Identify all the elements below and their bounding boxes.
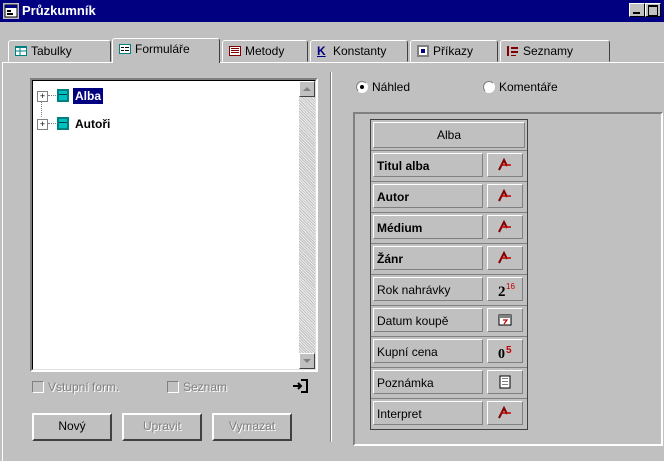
form-field-row: Rok nahrávky 2 16 xyxy=(371,274,527,305)
tree-connector xyxy=(48,123,56,124)
field-type xyxy=(487,215,523,239)
checkbox-box[interactable] xyxy=(167,381,179,393)
svg-text:5: 5 xyxy=(506,345,512,356)
checkbox-label: Vstupní form. xyxy=(48,380,120,394)
table-icon xyxy=(57,117,69,130)
field-type xyxy=(487,184,523,208)
scroll-down-button[interactable] xyxy=(299,353,315,369)
tab-tables[interactable]: Tabulky xyxy=(8,40,111,62)
field-type xyxy=(487,308,523,332)
field-label: Rok nahrávky xyxy=(373,277,483,301)
field-label: Autor xyxy=(373,184,483,208)
maximize-button[interactable] xyxy=(645,3,661,17)
minimize-button[interactable] xyxy=(629,3,645,17)
checkbox-box[interactable] xyxy=(32,381,44,393)
form-preview-panel: Alba Titul alba Autor Médium Žánr Rok na… xyxy=(353,112,663,446)
form-field-row: Autor xyxy=(371,181,527,212)
tab-label: Formuláře xyxy=(135,42,190,56)
table-icon xyxy=(15,46,27,56)
field-label: Interpret xyxy=(373,401,483,425)
field-type xyxy=(487,246,523,270)
field-label: Titul alba xyxy=(373,153,483,177)
form-preview: Alba Titul alba Autor Médium Žánr Rok na… xyxy=(370,119,528,430)
svg-text:16: 16 xyxy=(506,282,515,291)
text-field-icon xyxy=(498,406,511,419)
tab-label: Metody xyxy=(245,44,285,58)
radio-dot xyxy=(360,85,364,89)
delete-button[interactable]: Vymazat xyxy=(212,413,292,441)
tab-lists[interactable]: Seznamy xyxy=(500,40,610,62)
field-type xyxy=(487,153,523,177)
svg-text:2: 2 xyxy=(498,284,506,298)
tab-label: Tabulky xyxy=(31,44,72,58)
integer-field-icon: 2 16 xyxy=(498,282,515,298)
radio-circle[interactable] xyxy=(483,81,495,93)
form-title: Alba xyxy=(373,122,525,148)
field-label: Datum koupě xyxy=(373,308,483,332)
explorer-window: Průzkumník Tabulky Formuláře Metody K Ko… xyxy=(0,0,664,461)
date-field-icon xyxy=(498,314,512,326)
tab-constants[interactable]: K Konstanty xyxy=(310,40,408,62)
field-type: 2 16 xyxy=(487,277,523,301)
arrow-down-icon xyxy=(303,359,311,363)
tree-scrollbar[interactable] xyxy=(299,81,315,369)
tab-label: Konstanty xyxy=(333,44,387,58)
field-label: Poznámka xyxy=(373,370,483,394)
command-icon xyxy=(417,45,429,57)
form-field-row: Datum koupě xyxy=(371,305,527,336)
tree-item-label: Autoři xyxy=(75,117,111,131)
radio-label: Komentáře xyxy=(499,80,558,94)
radio-circle[interactable] xyxy=(356,81,368,93)
edit-button[interactable]: Upravit xyxy=(122,413,202,441)
real-field-icon: 05 xyxy=(498,345,512,360)
svg-text:0: 0 xyxy=(498,347,505,360)
forms-tree[interactable]: + Alba + Autoři xyxy=(30,78,318,372)
tree-connector xyxy=(48,95,56,96)
exit-icon[interactable] xyxy=(291,378,311,394)
text-field-icon xyxy=(498,251,511,264)
text-field-icon xyxy=(498,189,511,202)
minimize-icon xyxy=(633,12,640,14)
table-icon xyxy=(57,89,69,102)
expand-icon[interactable]: + xyxy=(37,119,48,130)
expand-icon[interactable]: + xyxy=(37,91,48,102)
tab-label: Seznamy xyxy=(523,44,574,58)
list-icon xyxy=(507,46,518,56)
field-label: Kupní cena xyxy=(373,339,483,363)
tab-label: Příkazy xyxy=(433,44,474,58)
form-field-row: Žánr xyxy=(371,243,527,274)
field-label: Médium xyxy=(373,215,483,239)
form-field-row: Médium xyxy=(371,212,527,243)
scroll-up-button[interactable] xyxy=(299,81,315,97)
method-icon xyxy=(229,46,241,56)
text-field-icon xyxy=(498,158,511,171)
tab-bar: Tabulky Formuláře Metody K Konstanty Pří… xyxy=(0,38,664,63)
form-icon xyxy=(119,44,131,54)
form-field-row: Interpret xyxy=(371,398,527,429)
field-label: Žánr xyxy=(373,246,483,270)
tab-commands[interactable]: Příkazy xyxy=(410,40,498,62)
text-field-icon xyxy=(498,220,511,233)
memo-field-icon xyxy=(499,375,511,389)
form-field-row: Poznámka xyxy=(371,367,527,398)
field-type xyxy=(487,401,523,425)
radio-label: Náhled xyxy=(372,80,411,94)
field-type xyxy=(487,370,523,394)
tree-item-label: Alba xyxy=(73,88,104,104)
field-type: 05 xyxy=(487,339,523,363)
window-title: Průzkumník xyxy=(22,3,96,18)
form-field-row: Kupní cena 05 xyxy=(371,336,527,367)
pane-separator xyxy=(330,72,332,442)
tab-methods[interactable]: Metody xyxy=(222,40,308,62)
maximize-icon xyxy=(648,5,658,16)
constant-icon: K xyxy=(317,44,326,58)
form-field-row: Titul alba xyxy=(371,150,527,181)
tab-forms[interactable]: Formuláře xyxy=(112,38,220,63)
new-button[interactable]: Nový xyxy=(32,413,112,441)
checkbox-label: Seznam xyxy=(183,380,228,394)
title-bar[interactable]: Průzkumník xyxy=(0,0,664,22)
arrow-up-icon xyxy=(303,87,311,91)
app-icon xyxy=(3,3,19,19)
